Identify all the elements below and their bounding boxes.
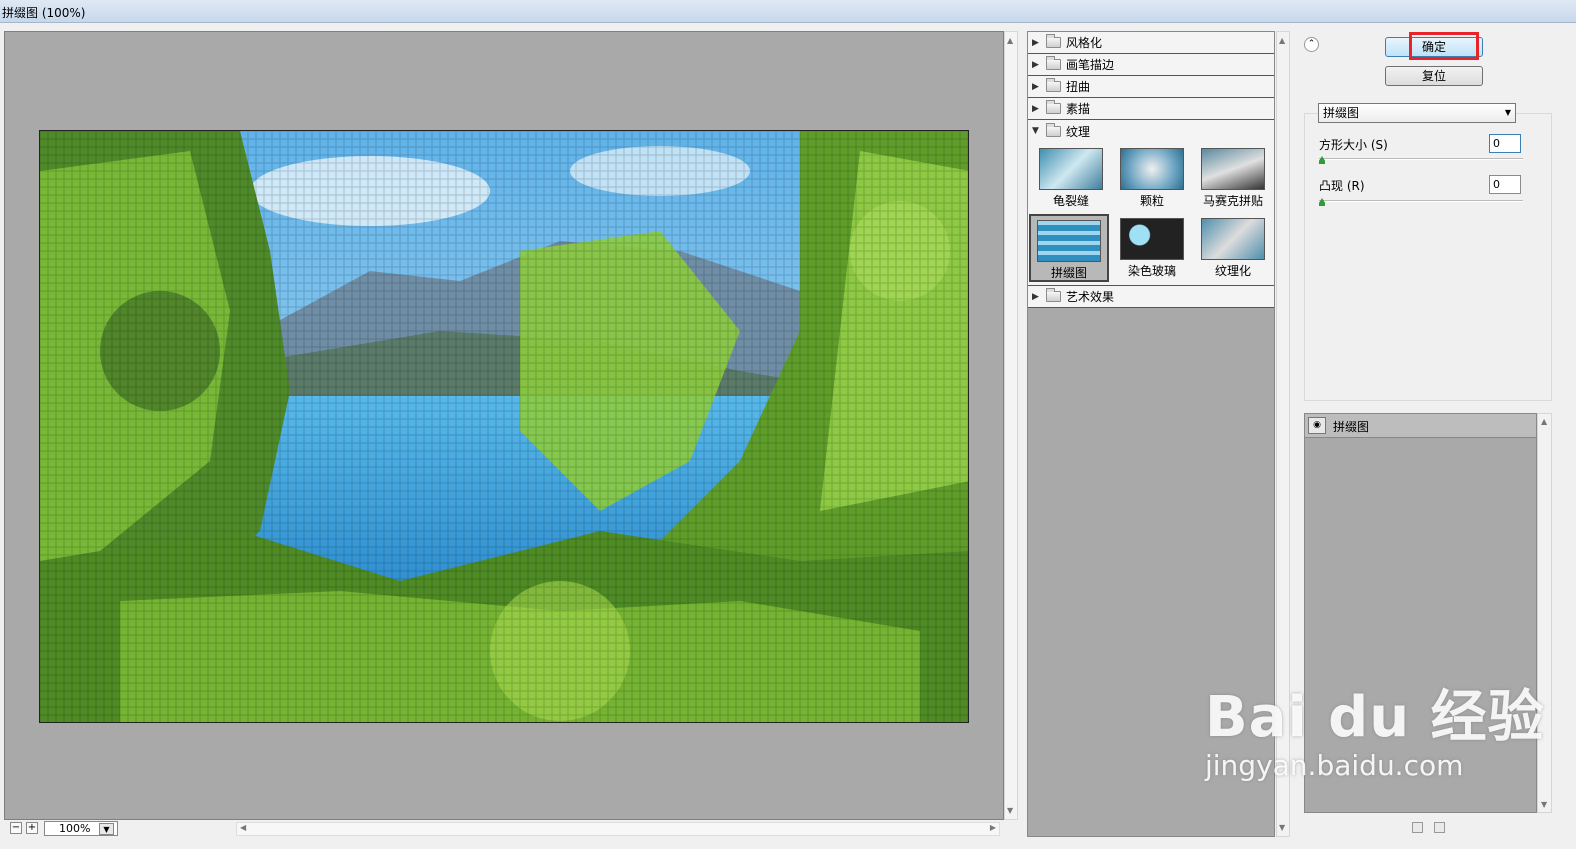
thumbnail-image bbox=[1039, 148, 1103, 190]
delete-effect-layer-icon[interactable] bbox=[1434, 822, 1445, 833]
preview-horizontal-scrollbar[interactable]: ◀ ▶ bbox=[236, 822, 1000, 836]
expand-arrow-icon: ▶ bbox=[1032, 37, 1039, 48]
folder-icon bbox=[1046, 34, 1061, 48]
expand-arrow-icon: ▶ bbox=[1032, 291, 1039, 302]
scroll-right-icon[interactable]: ▶ bbox=[990, 823, 996, 832]
square-size-label: 方形大小 (S) bbox=[1319, 138, 1388, 152]
filter-label: 染色玻璃 bbox=[1127, 264, 1176, 278]
chevron-down-icon: ▼ bbox=[1504, 108, 1511, 117]
collapse-gallery-icon[interactable]: ⌃ bbox=[1304, 37, 1319, 52]
folder-icon bbox=[1046, 288, 1061, 302]
watermark-brand: Bai du 经验 bbox=[1205, 685, 1545, 750]
eye-visibility-icon[interactable]: ◉ bbox=[1308, 417, 1326, 434]
filter-label: 拼缀图 bbox=[1050, 266, 1087, 280]
filter-texturizer[interactable]: 纹理化 bbox=[1193, 214, 1273, 282]
effect-layer-name: 拼缀图 bbox=[1333, 420, 1370, 434]
filter-label: 纹理化 bbox=[1214, 264, 1251, 278]
filter-parameters: 方形大小 (S) 0 凸现 (R) 0 bbox=[1304, 113, 1552, 401]
scroll-left-icon[interactable]: ◀ bbox=[240, 823, 246, 832]
thumbnail-image bbox=[1201, 218, 1265, 260]
zoom-out-button[interactable]: − bbox=[10, 822, 22, 834]
expand-arrow-icon: ▶ bbox=[1032, 103, 1039, 114]
zoom-dropdown-icon[interactable]: ▼ bbox=[99, 823, 114, 835]
category-label: 扭曲 bbox=[1066, 80, 1091, 94]
filter-label: 龟裂缝 bbox=[1052, 194, 1089, 208]
relief-input[interactable]: 0 bbox=[1489, 175, 1521, 194]
filter-select-value: 拼缀图 bbox=[1323, 106, 1360, 120]
category-label: 风格化 bbox=[1066, 36, 1103, 50]
new-effect-layer-icon[interactable] bbox=[1412, 822, 1423, 833]
category-distort[interactable]: ▶ 扭曲 bbox=[1028, 76, 1274, 98]
window-title: 拼缀图 (100%) bbox=[0, 0, 1576, 23]
filter-label: 马赛克拼贴 bbox=[1202, 194, 1263, 208]
expand-arrow-icon: ▶ bbox=[1032, 59, 1039, 70]
zoom-in-button[interactable]: + bbox=[26, 822, 38, 834]
preview-vertical-scrollbar[interactable]: ▲ ▼ bbox=[1004, 31, 1018, 820]
reset-button[interactable]: 复位 bbox=[1385, 66, 1483, 86]
folder-icon bbox=[1046, 100, 1061, 114]
filter-mosaic-tiles[interactable]: 马赛克拼贴 bbox=[1193, 144, 1273, 212]
scroll-down-icon[interactable]: ▼ bbox=[1279, 823, 1285, 832]
scroll-up-icon[interactable]: ▲ bbox=[1007, 36, 1013, 45]
scroll-down-icon[interactable]: ▼ bbox=[1007, 806, 1013, 815]
category-brush-strokes[interactable]: ▶ 画笔描边 bbox=[1028, 54, 1274, 76]
baidu-watermark: Bai du 经验 jingyan.baidu.com bbox=[1205, 672, 1545, 782]
scroll-down-icon[interactable]: ▼ bbox=[1541, 800, 1547, 809]
category-artistic[interactable]: ▶ 艺术效果 bbox=[1028, 286, 1274, 308]
relief-slider-track[interactable] bbox=[1319, 200, 1523, 202]
category-label: 艺术效果 bbox=[1066, 290, 1115, 304]
thumbnail-image bbox=[1120, 218, 1184, 260]
category-label: 素描 bbox=[1066, 102, 1091, 116]
square-size-slider-track[interactable] bbox=[1319, 158, 1523, 160]
effect-layer-row[interactable]: ◉ 拼缀图 bbox=[1305, 414, 1536, 438]
category-label: 纹理 bbox=[1066, 124, 1091, 139]
folder-icon bbox=[1046, 78, 1061, 92]
scroll-up-icon[interactable]: ▲ bbox=[1541, 417, 1547, 426]
filter-patchwork[interactable]: 拼缀图 bbox=[1029, 214, 1109, 282]
thumbnail-image bbox=[1120, 148, 1184, 190]
preview-area[interactable] bbox=[4, 31, 1004, 820]
filter-label: 颗粒 bbox=[1139, 194, 1164, 208]
filter-stained-glass[interactable]: 染色玻璃 bbox=[1112, 214, 1192, 282]
open-folder-icon bbox=[1046, 122, 1061, 137]
preview-status-bar: − + 100% ▼ ◀ ▶ bbox=[4, 820, 1004, 838]
filter-grain[interactable]: 颗粒 bbox=[1112, 144, 1192, 212]
filter-craquelure[interactable]: 龟裂缝 bbox=[1031, 144, 1111, 212]
watermark-url: jingyan.baidu.com bbox=[1205, 749, 1464, 782]
category-sketch[interactable]: ▶ 素描 bbox=[1028, 98, 1274, 120]
folder-icon bbox=[1046, 56, 1061, 70]
collapse-arrow-icon: ▼ bbox=[1032, 126, 1039, 136]
category-stylize[interactable]: ▶ 风格化 bbox=[1028, 32, 1274, 54]
highlight-box bbox=[1409, 32, 1479, 60]
relief-label: 凸现 (R) bbox=[1319, 179, 1365, 193]
category-label: 画笔描边 bbox=[1066, 58, 1115, 72]
thumbnail-image bbox=[1037, 220, 1101, 262]
category-texture[interactable]: ▼ 纹理 bbox=[1028, 120, 1274, 142]
preview-image bbox=[39, 130, 969, 723]
filter-select[interactable]: 拼缀图 ▼ bbox=[1318, 103, 1516, 123]
expand-arrow-icon: ▶ bbox=[1032, 81, 1039, 92]
thumbnail-image bbox=[1201, 148, 1265, 190]
square-size-input[interactable]: 0 bbox=[1489, 134, 1521, 153]
texture-filter-thumbnails: 龟裂缝 颗粒 马赛克拼贴 拼缀图 染色玻璃 纹理化 bbox=[1028, 142, 1274, 286]
scroll-up-icon[interactable]: ▲ bbox=[1279, 36, 1285, 45]
